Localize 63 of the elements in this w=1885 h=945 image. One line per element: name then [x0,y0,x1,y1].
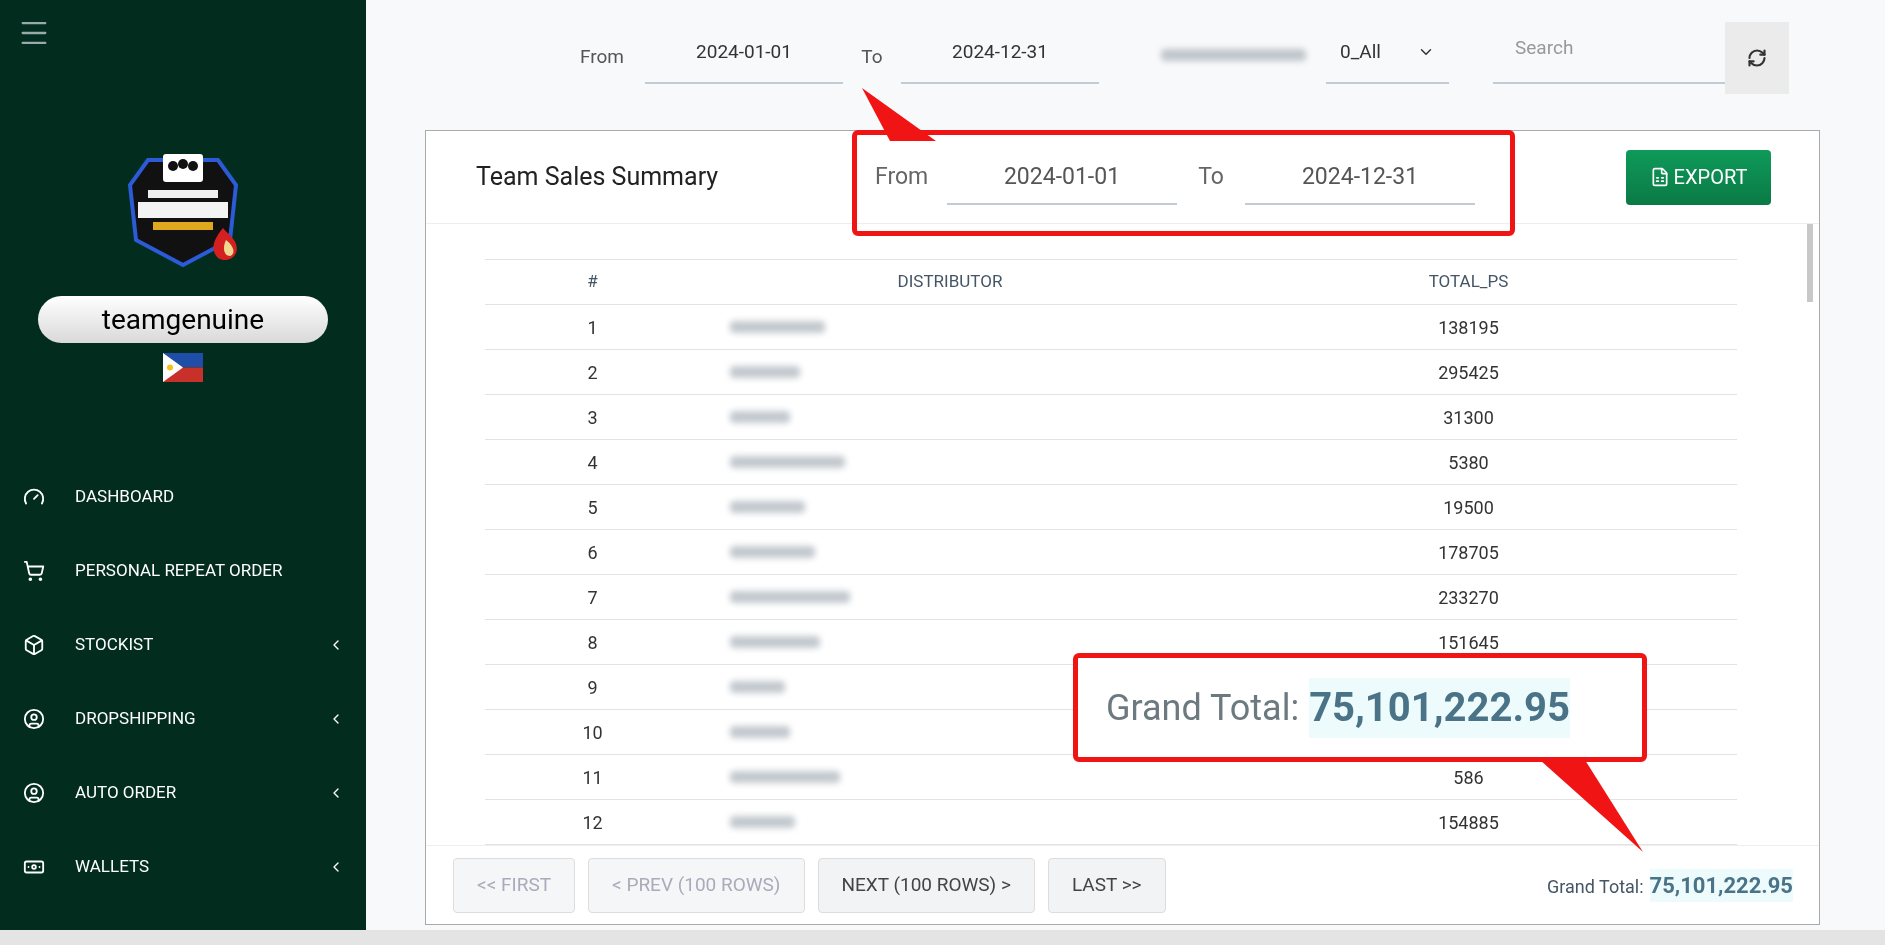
table-cell: 5 [485,484,700,530]
total-value: 233270 [1438,586,1499,608]
to-label: To [1197,162,1225,192]
callout-label: Grand Total: [1106,685,1300,731]
horizontal-scrollbar[interactable] [0,930,1885,945]
to-label: To [860,44,884,70]
table-cell: 1 [485,304,700,350]
table-cell: 4 [485,439,700,485]
sidebar-item[interactable]: DASHBOARD [0,460,366,534]
total-value: 178705 [1438,541,1499,563]
sidebar-item[interactable]: DROPSHIPPING [0,682,366,756]
user-icon [23,708,45,730]
table-cell: 2 [485,349,700,395]
table-cell: 12 [485,799,700,845]
table-cell: 11 [485,754,700,800]
from-label: From [580,44,625,70]
from-date-field[interactable]: 2024-01-01 [947,151,1177,205]
to-date-field[interactable]: 2024-12-31 [901,22,1099,84]
sidebar-item[interactable]: PERSONAL REPEAT ORDER [0,534,366,608]
export-button[interactable]: EXPORT [1626,149,1771,205]
flag-icon [163,353,203,382]
total-value: 31300 [1443,406,1494,428]
pagination-button[interactable]: LAST >> [1047,857,1166,913]
column-header: DISTRIBUTOR [700,259,1200,305]
blurred-text [730,726,790,738]
table-cell: 8 [485,619,700,665]
column-header: # [485,259,700,305]
cart-icon [23,560,45,582]
total-value: 138195 [1438,316,1499,338]
sidebar-item[interactable]: AUTO ORDER [0,756,366,830]
table-cell: 9 [485,664,700,710]
table-cell: 6 [485,529,700,575]
grand-total-value: 75,101,222.95 [1649,868,1793,902]
total-value: 295425 [1438,361,1499,383]
total-value: 19500 [1443,496,1494,518]
callout-value: 75,101,222.95 [1309,677,1570,738]
table-cell: 3 [485,394,700,440]
grand-total-label: Grand Total: [1547,874,1644,899]
blurred-text [730,366,800,378]
username-pill: teamgenuine [38,296,328,343]
refresh-icon [1747,48,1767,68]
column-header: TOTAL_PS [1200,259,1737,305]
from-label: From [875,162,930,192]
sidebar-item[interactable]: WALLETS [0,830,366,904]
user-icon [23,782,45,804]
pagination-button[interactable]: NEXT (100 ROWS) > [817,857,1035,913]
total-value: 151645 [1438,631,1499,653]
total-value: 586 [1453,766,1484,788]
scrollbar-thumb[interactable] [1807,224,1813,302]
total-value: 154885 [1438,811,1499,833]
from-date-field[interactable]: 2024-01-01 [645,22,843,84]
refresh-button[interactable] [1725,22,1789,94]
box-icon [23,634,45,656]
table-cell: 10 [485,709,700,755]
sidebar-item[interactable]: STOCKIST [0,608,366,682]
report-title: Team Sales Summary [476,161,720,194]
blurred-text [730,411,790,423]
table-cell: 7 [485,574,700,620]
downline-select[interactable]: 0_All [1326,22,1449,84]
total-value: 5380 [1448,451,1489,473]
blurred-text [730,681,785,693]
blurred-text [730,816,795,828]
to-date-field[interactable]: 2024-12-31 [1245,151,1475,205]
